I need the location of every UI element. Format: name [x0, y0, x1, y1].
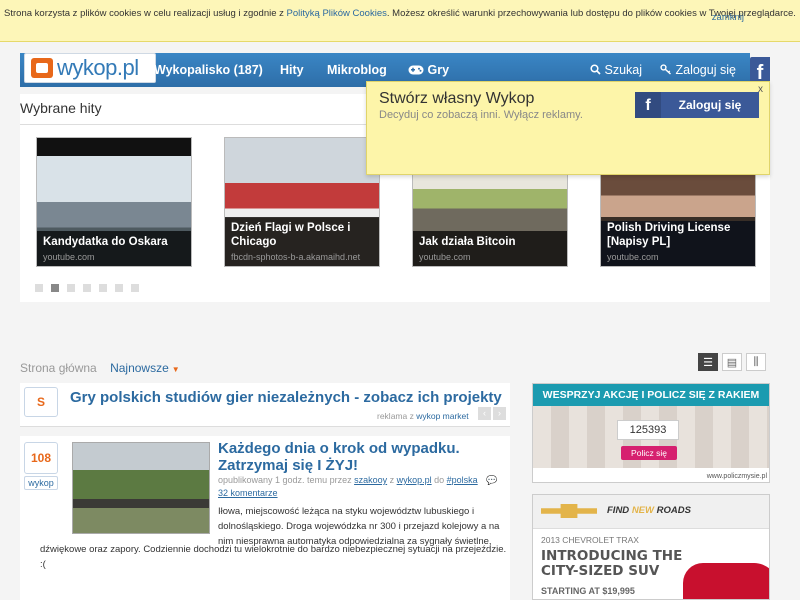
entry-meta: opublikowany 1 godz. temu przez szakooy … [218, 474, 508, 500]
hit-source: fbcdn-sphotos-b-a.akamaihd.net [231, 252, 361, 262]
section-title: Wybrane hity [20, 100, 102, 116]
carousel-dot[interactable] [115, 284, 123, 292]
prev-arrow-icon[interactable]: ‹ [478, 407, 491, 420]
meta-to: do [431, 475, 447, 485]
cookie-policy-link[interactable]: Polityką Plików Cookies [287, 8, 387, 19]
popup-subtitle: Decyduj co zobaczą inni. Wyłącz reklamy. [379, 109, 583, 121]
gamepad-icon [408, 63, 427, 77]
nav-hity[interactable]: Hity [280, 53, 304, 87]
sort-dropdown[interactable]: Najnowsze ▼ [110, 361, 180, 375]
ad-policz-sie[interactable]: WESPRZYJ AKCJĘ I POLICZ SIĘ Z RAKIEM 125… [532, 383, 770, 483]
login-popup: Stwórz własny Wykop Decyduj co zobaczą i… [366, 81, 770, 175]
carousel-dot[interactable] [67, 284, 75, 292]
comment-icon: 💬 [486, 475, 498, 485]
ad-policz-button[interactable]: Policz się [621, 446, 677, 460]
promo-nav: ‹ › [478, 407, 506, 420]
hit-source: youtube.com [607, 252, 659, 262]
crumb-home[interactable]: Strona główna [20, 361, 97, 375]
carousel-dot[interactable] [35, 284, 43, 292]
meta-published: opublikowany 1 godz. temu przez [218, 475, 355, 485]
hit-title: Polish Driving License [Napisy PL] [607, 222, 731, 248]
wykop-logo-icon [31, 58, 53, 78]
entry-title-link[interactable]: Każdego dnia o krok od wypadku. Zatrzyma… [218, 440, 508, 474]
feed-entry: 108 wykop Każdego dnia o krok od wypadku… [20, 436, 510, 600]
nav-gry-label: Gry [427, 63, 450, 77]
facebook-login-label: Zaloguj się [678, 98, 742, 112]
popup-title: Stwórz własny Wykop [379, 90, 535, 107]
search-icon [590, 63, 604, 77]
cookie-close-link[interactable]: zamknij [712, 10, 744, 25]
hit-card[interactable]: Dzień Flagi w Polsce i Chicago fbcdn-sph… [224, 137, 380, 267]
hit-source: youtube.com [419, 252, 471, 262]
author-link[interactable]: szakooy [354, 475, 387, 485]
next-arrow-icon[interactable]: › [493, 407, 506, 420]
find-new-roads-slogan: FIND NEW ROADS [607, 505, 691, 516]
cookie-banner: Strona korzysta z plików cookies w celu … [0, 0, 800, 42]
hit-caption: Polish Driving License [Napisy PL] youtu… [601, 217, 755, 266]
entry-description-cont: dźwiękowe oraz zapory. Codziennie dochod… [40, 544, 507, 570]
ad-model: 2013 CHEVROLET TRAX [541, 535, 639, 545]
login-label: Zaloguj się [675, 63, 736, 77]
breadcrumb: Strona główna Najnowsze ▼ [20, 361, 180, 375]
wykop-vote-button[interactable]: wykop [24, 476, 58, 490]
hit-title: Jak działa Bitcoin [419, 236, 516, 248]
promo-source-prefix: reklama z [377, 411, 417, 421]
carousel-dot[interactable] [131, 284, 139, 292]
hit-source: youtube.com [43, 252, 95, 262]
entry-thumbnail[interactable] [72, 442, 210, 534]
carousel-dot[interactable] [83, 284, 91, 292]
slogan-roads: ROADS [656, 505, 691, 516]
comments-link[interactable]: 32 komentarze [218, 488, 278, 498]
hit-card[interactable]: Kandydatka do Oskara youtube.com [36, 137, 192, 267]
promoted-entry: S Gry polskich studiów gier niezależnych… [20, 383, 510, 427]
key-icon [660, 63, 675, 77]
tag-link[interactable]: #polska [447, 475, 478, 485]
thumbnail-view-icon[interactable]: ▤ [722, 353, 742, 371]
logo-text: wykop.pl [57, 55, 139, 80]
ad-counter: 125393 [617, 420, 679, 440]
sponsored-badge: S [24, 387, 58, 417]
view-switcher: ☰ ▤ ⫼ [698, 353, 766, 371]
vote-count: 108 [24, 442, 58, 474]
promo-title-link[interactable]: Gry polskich studiów gier niezależnych -… [70, 389, 502, 406]
car-image [683, 563, 769, 599]
cookie-text: Strona korzysta z plików cookies w celu … [4, 8, 287, 19]
ad-headline: INTRODUCING THE CITY-SIZED SUV [541, 549, 682, 579]
facebook-icon: f [635, 92, 661, 118]
carousel-dot[interactable] [99, 284, 107, 292]
carousel-dot-active[interactable] [51, 284, 59, 292]
nav-wykopalisko[interactable]: Wykopalisko (187) [154, 53, 263, 87]
hit-caption: Dzień Flagi w Polsce i Chicago fbcdn-sph… [225, 217, 379, 266]
hit-title: Dzień Flagi w Polsce i Chicago [231, 222, 351, 248]
grid-view-icon[interactable]: ⫼ [746, 353, 766, 371]
list-view-icon[interactable]: ☰ [698, 353, 718, 371]
ad-chevrolet-header: FIND NEW ROADS [533, 495, 769, 529]
chevron-down-icon: ▼ [171, 365, 180, 374]
promo-source: reklama z wykop market [377, 411, 469, 421]
domain-link[interactable]: wykop.pl [397, 475, 432, 485]
carousel-pager [35, 284, 139, 292]
slogan-new: NEW [631, 505, 654, 516]
hit-caption: Kandydatka do Oskara youtube.com [37, 231, 191, 266]
ad-url: www.policzmysie.pl [706, 473, 767, 480]
chevrolet-logo-icon [541, 504, 597, 518]
sort-label: Najnowsze [110, 361, 169, 375]
ad-header: WESPRZYJ AKCJĘ I POLICZ SIĘ Z RAKIEM [533, 384, 769, 406]
facebook-login-button[interactable]: f Zaloguj się [635, 92, 759, 118]
hit-caption: Jak działa Bitcoin youtube.com [413, 231, 567, 266]
ad-headline-line1: INTRODUCING THE [541, 548, 683, 564]
ad-price: STARTING AT $19,995 [541, 586, 635, 596]
meta-from: z [387, 475, 397, 485]
slogan-find: FIND [607, 505, 630, 516]
hit-title: Kandydatka do Oskara [43, 236, 168, 248]
wykop-market-link[interactable]: wykop market [416, 411, 468, 421]
search-label: Szukaj [604, 63, 643, 77]
site-logo[interactable]: wykop.pl [24, 53, 156, 83]
ad-chevrolet[interactable]: FIND NEW ROADS 2013 CHEVROLET TRAX INTRO… [532, 494, 770, 600]
ad-headline-line2: CITY-SIZED SUV [541, 563, 660, 579]
